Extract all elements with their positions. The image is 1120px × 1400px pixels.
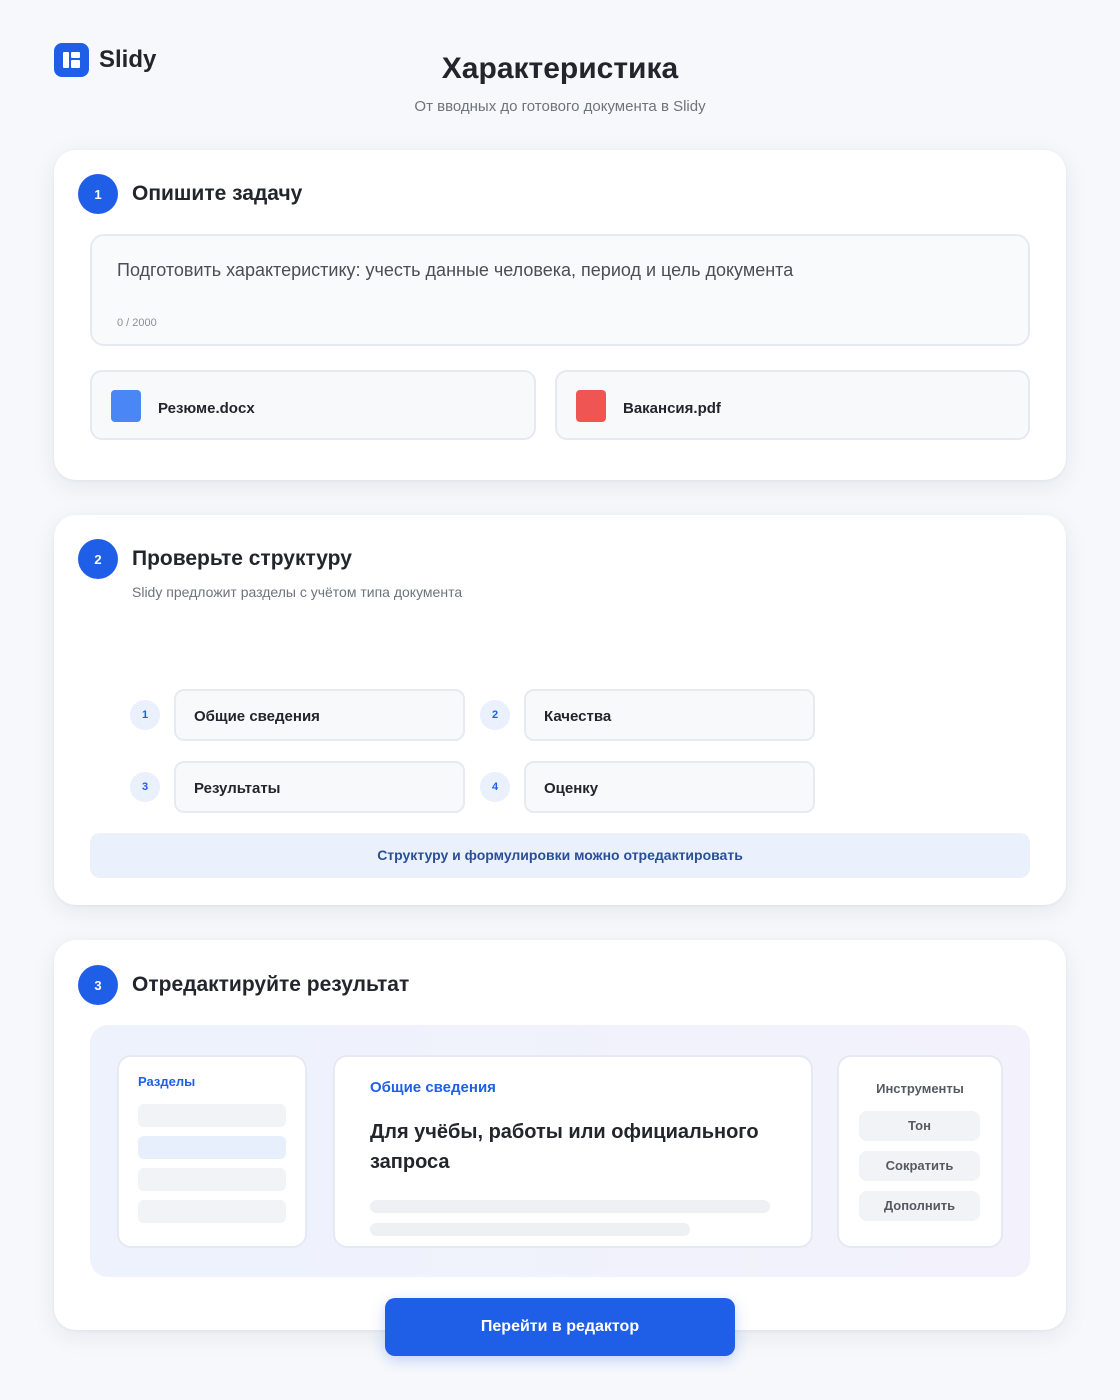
page-subtitle: От вводных до готового документа в Slidy <box>414 98 706 115</box>
section-number-badge: 4 <box>480 772 510 802</box>
text-placeholder-line <box>370 1200 770 1213</box>
docx-file-icon <box>111 390 141 422</box>
section-placeholder[interactable] <box>138 1168 286 1191</box>
step-description: Slidy предложит разделы с учётом типа до… <box>132 584 463 600</box>
step-1-card: 1 Опишите задачу Подготовить характерист… <box>54 150 1066 480</box>
step-number-badge: 3 <box>78 965 118 1005</box>
section-number-badge: 1 <box>130 700 160 730</box>
section-label: Результаты <box>194 780 281 797</box>
structure-section[interactable]: Оценку <box>524 761 815 813</box>
editor-preview: Разделы Общие сведения Для учёбы, работы… <box>90 1025 1030 1277</box>
text-placeholder-line <box>370 1223 690 1236</box>
structure-section[interactable]: Результаты <box>174 761 465 813</box>
page-title: Характеристика <box>441 52 679 85</box>
section-number-badge: 2 <box>480 700 510 730</box>
section-label: Оценку <box>544 780 599 797</box>
step-3-card: 3 Отредактируйте результат Разделы Общие… <box>54 940 1066 1330</box>
structure-section[interactable]: Общие сведения <box>174 689 465 741</box>
file-name: Вакансия.pdf <box>623 400 721 417</box>
step-title: Опишите задачу <box>132 182 303 205</box>
step-title: Проверьте структуру <box>132 547 352 570</box>
file-name: Резюме.docx <box>158 400 255 417</box>
tools-pane: Инструменты Тон Сократить Дополнить <box>837 1055 1003 1248</box>
section-label: Общие сведения <box>194 708 320 725</box>
attached-file-pdf[interactable]: Вакансия.pdf <box>555 370 1030 440</box>
pdf-file-icon <box>576 390 606 422</box>
section-number-badge: 3 <box>130 772 160 802</box>
tools-heading: Инструменты <box>876 1081 964 1096</box>
content-heading: Общие сведения <box>370 1079 496 1096</box>
sections-heading: Разделы <box>138 1074 196 1089</box>
step-title: Отредактируйте результат <box>132 973 410 996</box>
step-number-badge: 2 <box>78 539 118 579</box>
section-placeholder-active[interactable] <box>138 1136 286 1159</box>
content-pane: Общие сведения Для учёбы, работы или офи… <box>333 1055 813 1248</box>
step-number-badge: 1 <box>78 174 118 214</box>
open-editor-button[interactable]: Перейти в редактор <box>385 1298 735 1356</box>
sections-pane: Разделы <box>117 1055 307 1248</box>
content-title: Для учёбы, работы или официального запро… <box>370 1121 759 1173</box>
section-placeholder[interactable] <box>138 1200 286 1223</box>
structure-section[interactable]: Качества <box>524 689 815 741</box>
edit-note: Структуру и формулировки можно отредакти… <box>90 833 1030 878</box>
section-placeholder[interactable] <box>138 1104 286 1127</box>
section-label: Качества <box>544 708 612 725</box>
shorten-button[interactable]: Сократить <box>859 1151 980 1181</box>
task-text: Подготовить характеристику: учесть данны… <box>117 260 794 280</box>
char-counter: 0 / 2000 <box>117 317 157 329</box>
expand-button[interactable]: Дополнить <box>859 1191 980 1221</box>
task-input[interactable]: Подготовить характеристику: учесть данны… <box>90 234 1030 346</box>
step-2-card: 2 Проверьте структуру Slidy предложит ра… <box>54 515 1066 905</box>
tone-button[interactable]: Тон <box>859 1111 980 1141</box>
attached-file-docx[interactable]: Резюме.docx <box>90 370 536 440</box>
